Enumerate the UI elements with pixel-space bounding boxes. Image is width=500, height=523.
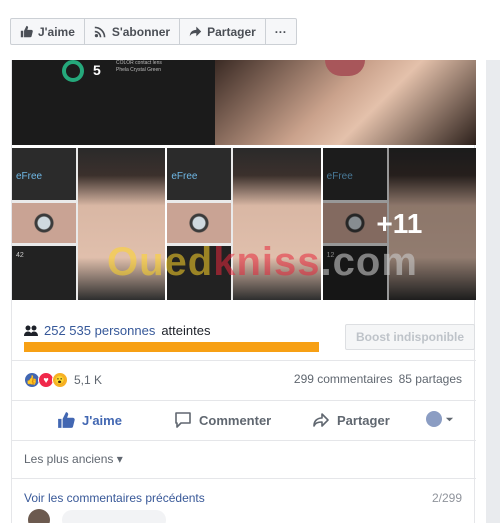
eye-closeup (167, 203, 232, 243)
photo-banner-left[interactable]: 5 COLOR contact lens Phela Crystal Green (12, 60, 215, 145)
page-share-button[interactable]: Partager (180, 19, 266, 44)
avatar[interactable] (28, 509, 50, 523)
divider (12, 400, 476, 401)
eye-closeup (12, 203, 76, 243)
watermark-tail: .com (320, 240, 418, 284)
watermark: Ouedkniss.com (107, 240, 418, 285)
reactions-summary[interactable]: 👍 ♥ 😮 5,1 K (24, 369, 102, 391)
shares-count-link[interactable]: 85 partages (399, 372, 462, 386)
post-share-label: Partager (337, 412, 390, 428)
more-icon: ··· (274, 24, 287, 39)
brand-box: eFree (167, 148, 232, 200)
rss-icon (94, 26, 106, 38)
more-options-button[interactable]: ··· (266, 19, 296, 44)
reach-suffix: atteintes (161, 323, 211, 338)
page-actions-bar: J'aime S'abonner Partager ··· (10, 18, 297, 45)
comment-bubble (62, 510, 166, 523)
lens-ring (62, 60, 84, 82)
page-like-button[interactable]: J'aime (11, 19, 85, 44)
brand-label: eFree (171, 171, 198, 182)
post-like-label: J'aime (82, 412, 122, 428)
thumbs-up-icon (58, 412, 75, 428)
reaction-total: 5,1 K (74, 373, 103, 387)
comment-bubble-icon (175, 412, 191, 428)
comments-count-link[interactable]: 299 commentaires (294, 372, 393, 386)
engagement-counts: 299 commentaires 85 partages (294, 372, 462, 386)
lens-box: 42 (12, 246, 76, 300)
divider (12, 360, 476, 361)
people-icon (24, 325, 38, 336)
brand-label: eFree (16, 171, 43, 182)
watermark-accent: kniss (213, 240, 321, 284)
comment-counter: 2/299 (431, 491, 462, 505)
view-previous-comments-link[interactable]: Voir les commentaires précédents (24, 491, 205, 505)
page-share-label: Partager (207, 24, 256, 39)
banner-caption-line-2: Phela Crystal Green (116, 67, 162, 73)
reach-progress-bar (24, 342, 319, 352)
lens-number: 42 (16, 252, 24, 259)
subscribe-label: S'abonner (111, 24, 171, 39)
post-like-button[interactable]: J'aime (57, 411, 122, 429)
divider (12, 440, 476, 441)
comment-sort-dropdown[interactable]: Les plus anciens ▾ (24, 452, 123, 466)
chevron-down-icon (445, 417, 454, 421)
watermark-main: Oued (107, 240, 214, 284)
thumbs-up-icon (20, 25, 33, 38)
wow-reaction-icon: 😮 (52, 372, 68, 388)
brand-box: eFree (12, 148, 76, 200)
post-card: 5 COLOR contact lens Phela Crystal Green… (11, 60, 476, 523)
subscribe-button[interactable]: S'abonner (85, 19, 181, 44)
post-share-button[interactable]: Partager (312, 411, 390, 429)
globe-icon (426, 411, 442, 427)
boost-button[interactable]: Boost indisponible (345, 324, 475, 350)
share-arrow-icon (313, 413, 329, 427)
banner-number: 5 (93, 62, 101, 78)
comment-button[interactable]: Commenter (174, 411, 271, 429)
banner-caption: COLOR contact lens Phela Crystal Green (116, 60, 206, 74)
banner-caption-line-1: COLOR contact lens (116, 60, 162, 66)
reach-count-link[interactable]: 252 535 personnes (44, 323, 155, 338)
divider (12, 478, 476, 479)
share-arrow-icon (189, 26, 202, 37)
page-like-label: J'aime (38, 24, 75, 39)
reach-text: 252 535 personnes atteintes (24, 323, 210, 338)
reach-section: 252 535 personnes atteintes Boost indisp… (24, 323, 475, 353)
lips-shape (325, 60, 365, 76)
audience-selector[interactable] (426, 411, 454, 427)
right-column-background (486, 60, 500, 523)
comment-label: Commenter (199, 412, 272, 428)
photo-banner-right[interactable] (215, 60, 476, 145)
post-actions-bar: J'aime Commenter Partager (12, 403, 476, 439)
reach-progress-fill (24, 342, 319, 352)
